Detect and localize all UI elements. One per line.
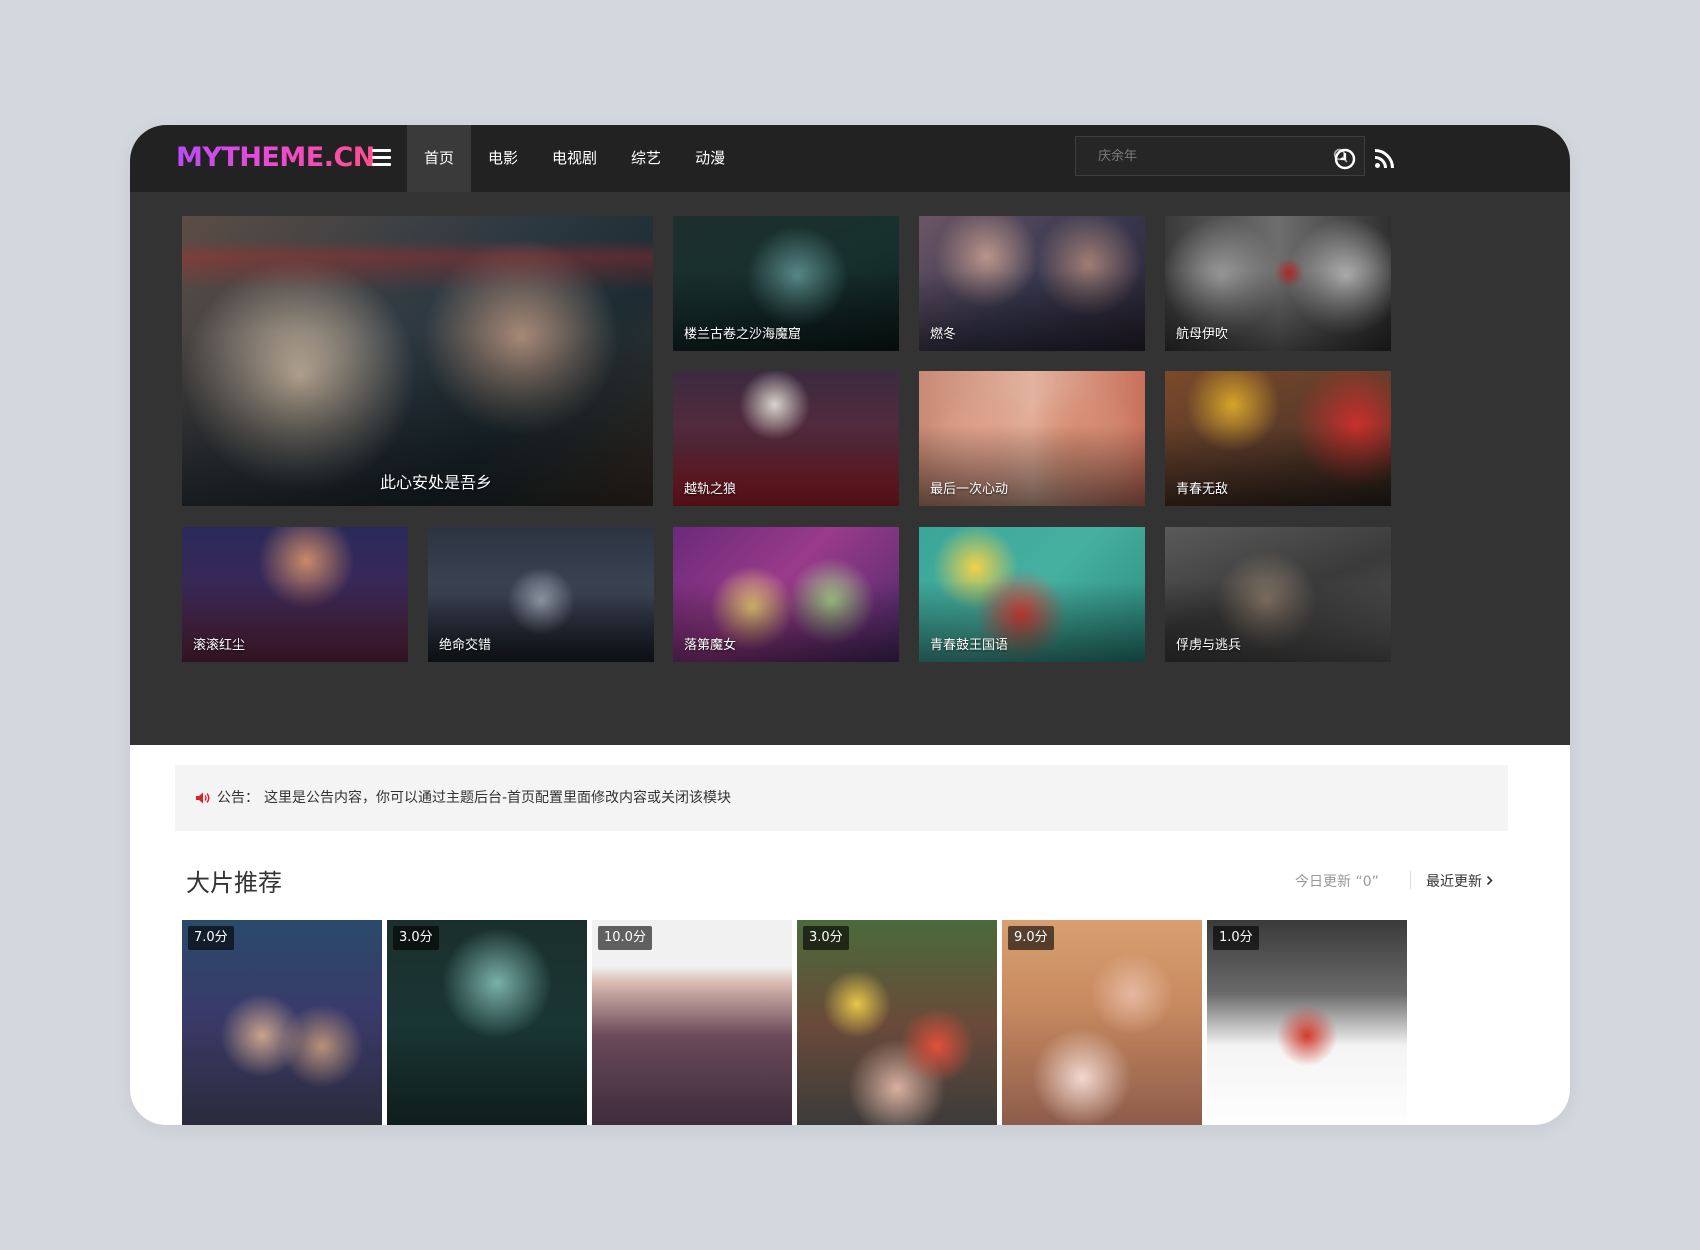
today-update-count: 今日更新 “0” bbox=[1295, 874, 1379, 890]
hero-tile[interactable]: 青春鼓王国语 bbox=[919, 527, 1145, 662]
divider bbox=[1410, 871, 1411, 889]
tile-title: 楼兰古卷之沙海魔窟 bbox=[684, 327, 802, 342]
browser-frame: MYTHEME.CN 首页 电影 电视剧 综艺 动漫 庆余年 此心安处是吾乡 楼… bbox=[130, 125, 1570, 1125]
tile-title: 越轨之狼 bbox=[684, 482, 737, 497]
hero-tile[interactable]: 滚滚红尘 bbox=[182, 527, 408, 662]
chevron-right-icon bbox=[1486, 875, 1493, 886]
score-badge: 10.0分 bbox=[598, 926, 652, 950]
hero-tile[interactable]: 青春无敌 bbox=[1165, 371, 1391, 506]
movie-poster[interactable]: 7.0分 bbox=[182, 920, 382, 1125]
recent-updates-label: 最近更新 bbox=[1426, 874, 1482, 890]
movie-poster[interactable]: 3.0分 bbox=[387, 920, 587, 1125]
score-badge: 3.0分 bbox=[393, 926, 439, 950]
score-badge: 7.0分 bbox=[188, 926, 234, 950]
movie-poster[interactable]: 9.0分 bbox=[1002, 920, 1202, 1125]
tile-title: 最后一次心动 bbox=[930, 482, 1009, 497]
tile-title: 青春无敌 bbox=[1176, 482, 1229, 497]
top-navbar: MYTHEME.CN 首页 电影 电视剧 综艺 动漫 bbox=[130, 125, 1570, 192]
score-badge: 9.0分 bbox=[1008, 926, 1054, 950]
featured-grid: 此心安处是吾乡 楼兰古卷之沙海魔窟 燃冬 航母伊吹 越轨之狼 最后一次心动 青春… bbox=[130, 192, 1570, 745]
tile-title: 俘虏与逃兵 bbox=[1176, 638, 1242, 653]
announcement-text: 这里是公告内容，你可以通过主题后台-首页配置里面修改内容或关闭该模块 bbox=[264, 790, 732, 806]
tile-title: 落第魔女 bbox=[684, 638, 737, 653]
movie-poster[interactable]: 10.0分 bbox=[592, 920, 792, 1125]
hero-tile[interactable]: 落第魔女 bbox=[673, 527, 899, 662]
hero-tile[interactable]: 绝命交错 bbox=[428, 527, 654, 662]
score-badge: 3.0分 bbox=[803, 926, 849, 950]
hero-tile[interactable]: 燃冬 bbox=[919, 216, 1145, 351]
hero-tile[interactable]: 最后一次心动 bbox=[919, 371, 1145, 506]
clock-icon[interactable] bbox=[1333, 147, 1357, 171]
nav-item-variety[interactable]: 综艺 bbox=[614, 125, 678, 192]
nav-item-home[interactable]: 首页 bbox=[407, 125, 472, 192]
nav-item-anime[interactable]: 动漫 bbox=[678, 125, 742, 192]
hero-tile[interactable]: 越轨之狼 bbox=[673, 371, 899, 506]
tile-title: 燃冬 bbox=[930, 327, 957, 342]
announcement-label: 公告： bbox=[217, 790, 259, 806]
hero-tile[interactable]: 俘虏与逃兵 bbox=[1165, 527, 1391, 662]
announcement-bar: 公告： 这里是公告内容，你可以通过主题后台-首页配置里面修改内容或关闭该模块 bbox=[175, 765, 1508, 831]
movie-poster[interactable]: 3.0分 bbox=[797, 920, 997, 1125]
rss-icon[interactable] bbox=[1372, 147, 1396, 171]
hero-tile[interactable]: 航母伊吹 bbox=[1165, 216, 1391, 351]
nav-item-tv-series[interactable]: 电视剧 bbox=[535, 125, 614, 192]
nav-item-movies[interactable]: 电影 bbox=[471, 125, 535, 192]
site-logo[interactable]: MYTHEME.CN bbox=[176, 141, 375, 175]
menu-icon[interactable] bbox=[372, 149, 392, 167]
section-title: 大片推荐 bbox=[186, 869, 282, 897]
tile-title: 航母伊吹 bbox=[1176, 327, 1229, 342]
recent-updates-link[interactable]: 最近更新 bbox=[1426, 871, 1493, 891]
featured-tile[interactable]: 此心安处是吾乡 bbox=[182, 216, 653, 506]
tile-title: 滚滚红尘 bbox=[193, 638, 246, 653]
tile-title: 绝命交错 bbox=[439, 638, 492, 653]
movie-poster[interactable]: 1.0分 bbox=[1207, 920, 1407, 1125]
main-nav: 首页 电影 电视剧 综艺 动漫 bbox=[407, 125, 742, 192]
search-box bbox=[1075, 136, 1365, 176]
search-input[interactable] bbox=[1076, 137, 1316, 175]
tile-title: 此心安处是吾乡 bbox=[380, 473, 493, 492]
tile-title: 青春鼓王国语 bbox=[930, 638, 1009, 653]
score-badge: 1.0分 bbox=[1213, 926, 1259, 950]
speaker-icon bbox=[196, 792, 210, 804]
hero-tile[interactable]: 楼兰古卷之沙海魔窟 bbox=[673, 216, 899, 351]
